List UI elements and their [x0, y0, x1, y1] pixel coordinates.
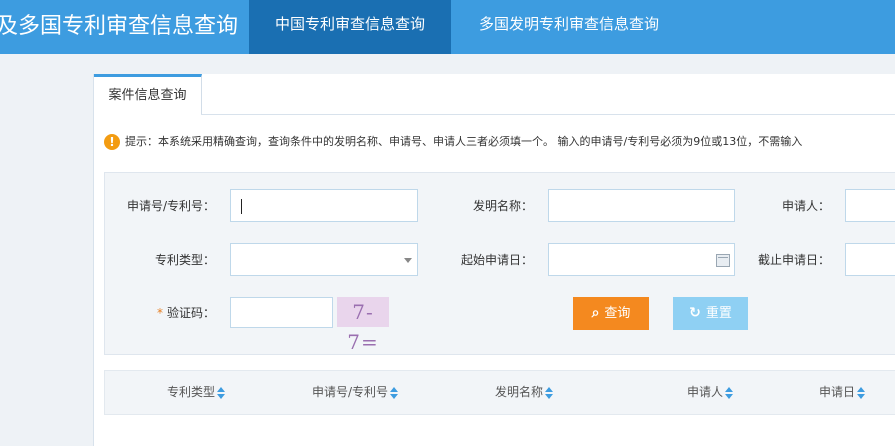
column-header-applicant[interactable]: 申请人 [687, 371, 734, 414]
notice-text: 提示：本系统采用精确查询，查询条件中的发明名称、申请号、申请人三者必须填一个。 … [125, 135, 803, 148]
start-date-label: 起始申请日： [460, 253, 533, 267]
reset-button[interactable]: ↻ 重置 [673, 297, 748, 330]
start-date-input[interactable] [548, 243, 735, 276]
column-header-invention-name[interactable]: 发明名称 [495, 371, 554, 414]
column-header-patent-type[interactable]: 专利类型 [167, 371, 226, 414]
patent-type-label: 专利类型： [154, 253, 215, 267]
column-label: 申请人 [687, 385, 724, 399]
applicant-label: 申请人： [781, 199, 830, 213]
tab-divider [201, 114, 895, 115]
sort-icon[interactable] [725, 386, 734, 399]
column-header-app-date[interactable]: 申请日 [819, 371, 866, 414]
column-label: 申请日 [819, 385, 856, 399]
tab-case-info-query[interactable]: 案件信息查询 [94, 74, 202, 115]
captcha-label: 验证码： [166, 306, 215, 320]
captcha-label-wrap: * 验证码： [105, 296, 215, 330]
column-header-app-no[interactable]: 申请号/专利号 [312, 371, 399, 414]
sort-icon[interactable] [390, 386, 399, 399]
sort-icon[interactable] [545, 386, 554, 399]
required-mark: * [156, 306, 163, 320]
site-title: 及多国专利审查信息查询 [0, 14, 239, 39]
column-label: 发明名称 [495, 385, 544, 399]
chevron-down-icon [404, 258, 412, 263]
search-icon: ⌕ [591, 305, 600, 321]
sort-icon[interactable] [217, 386, 226, 399]
column-label: 专利类型 [167, 385, 216, 399]
tab-china-patent-query[interactable]: 中国专利审查信息查询 [249, 0, 451, 54]
results-table-header: 专利类型 申请号/专利号 发明名称 申请人 申请日 [104, 370, 895, 415]
search-form: 申请号/专利号： 发明名称： 申请人： 专利类型： 起始申请日： 截止申请日： … [104, 172, 895, 355]
applicant-input[interactable] [845, 189, 895, 222]
captcha-image[interactable]: 7-7= [337, 297, 389, 354]
captcha-input[interactable] [230, 297, 333, 328]
main-content: 案件信息查询 ! 提示：本系统采用精确查询，查询条件中的发明名称、申请号、申请人三… [93, 74, 895, 446]
tab-multinational-patent-query[interactable]: 多国发明专利审查信息查询 [451, 0, 687, 54]
reset-button-label: 重置 [705, 306, 732, 321]
invention-name-label: 发明名称： [472, 199, 533, 213]
end-date-label: 截止申请日： [757, 253, 830, 267]
sort-icon[interactable] [857, 386, 866, 399]
patent-type-select[interactable] [230, 243, 418, 276]
app-no-input[interactable] [230, 189, 418, 222]
app-no-label: 申请号/专利号： [126, 199, 215, 213]
top-header: 及多国专利审查信息查询 中国专利审查信息查询 多国发明专利审查信息查询 [0, 0, 895, 54]
end-date-input[interactable] [845, 243, 895, 276]
column-label: 申请号/专利号 [312, 385, 389, 399]
query-button[interactable]: ⌕ 查询 [573, 297, 649, 330]
query-button-label: 查询 [604, 306, 631, 321]
notice-bar: ! 提示：本系统采用精确查询，查询条件中的发明名称、申请号、申请人三者必须填一个。… [104, 133, 895, 151]
warning-icon: ! [104, 134, 120, 150]
refresh-icon: ↻ [689, 305, 701, 321]
calendar-icon[interactable] [716, 254, 730, 267]
invention-name-input[interactable] [548, 189, 735, 222]
